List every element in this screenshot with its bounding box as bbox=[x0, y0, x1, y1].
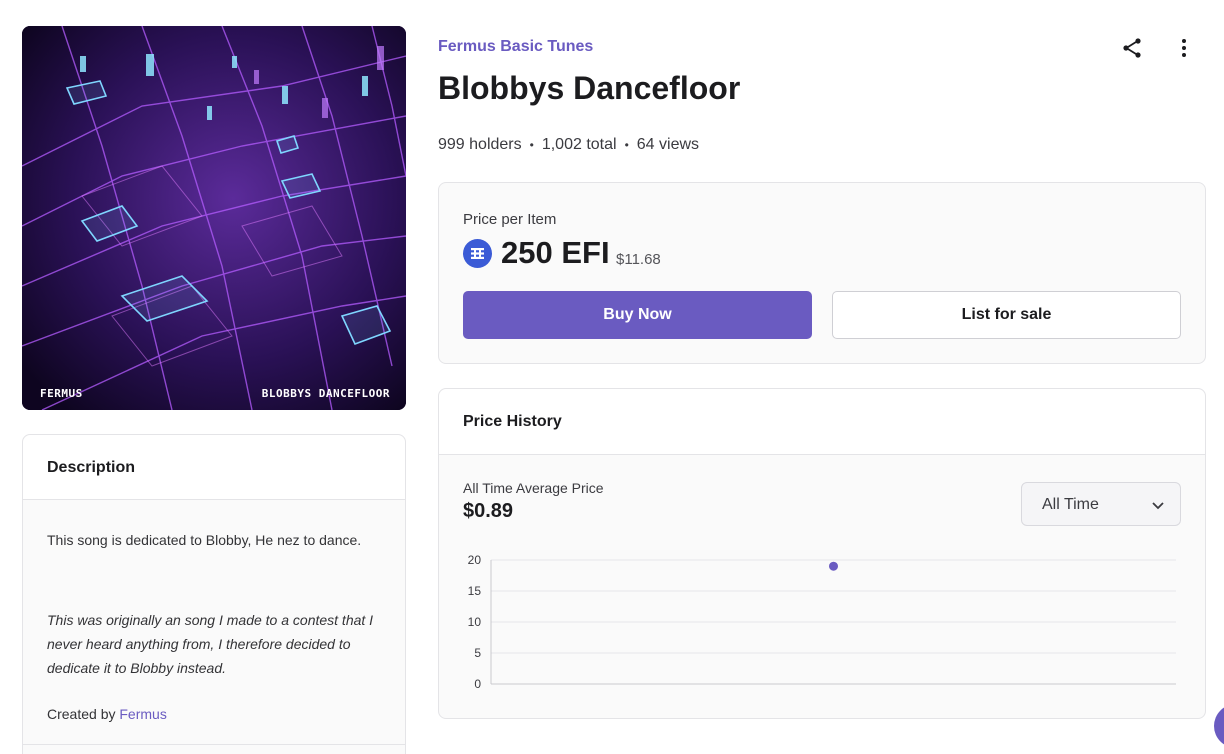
total-count: 1,002 total bbox=[541, 136, 617, 153]
list-for-sale-button[interactable]: List for sale bbox=[832, 291, 1181, 339]
price-history-heading: Price History bbox=[439, 389, 1205, 455]
y-tick-label: 5 bbox=[474, 646, 481, 660]
share-button[interactable] bbox=[1120, 36, 1144, 60]
item-stats: 999 holders • 1,002 total • 64 views bbox=[438, 136, 699, 154]
price-history-chart: 0 5 10 15 20 bbox=[468, 553, 1176, 689]
average-price-value: $0.89 bbox=[463, 500, 514, 522]
y-tick-label: 15 bbox=[468, 584, 482, 598]
price-usd: $11.68 bbox=[616, 251, 661, 268]
price-history-card: Price History All Time Average Price $0.… bbox=[438, 388, 1206, 719]
time-range-select[interactable]: All Time bbox=[1021, 482, 1181, 526]
description-card: Description This song is dedicated to Bl… bbox=[22, 434, 406, 754]
buy-now-button[interactable]: Buy Now bbox=[463, 291, 812, 339]
separator: • bbox=[529, 138, 534, 152]
average-price-label: All Time Average Price bbox=[463, 480, 604, 496]
description-text: This song is dedicated to Blobby, He nez… bbox=[47, 532, 362, 548]
y-tick-label: 20 bbox=[468, 553, 482, 567]
description-italic-text: This was originally an song I made to a … bbox=[47, 612, 374, 676]
created-by-label: Created by bbox=[47, 706, 116, 722]
y-tick-label: 0 bbox=[474, 677, 481, 689]
collection-link[interactable]: Fermus Basic Tunes bbox=[438, 38, 593, 56]
chevron-down-icon bbox=[1152, 502, 1164, 510]
efi-token-icon bbox=[463, 239, 492, 268]
time-range-value: All Time bbox=[1042, 496, 1099, 513]
more-options-button[interactable] bbox=[1172, 36, 1196, 60]
share-icon bbox=[1123, 38, 1141, 58]
more-vertical-icon bbox=[1182, 39, 1186, 57]
separator: • bbox=[624, 138, 629, 152]
nft-artwork[interactable]: FERMUS BLOBBYS DANCEFLOOR bbox=[22, 26, 406, 410]
views-count: 64 views bbox=[636, 136, 700, 153]
divider bbox=[23, 744, 405, 745]
holders-count: 999 holders bbox=[438, 136, 522, 153]
price-amount: 250 EFI bbox=[501, 235, 610, 270]
artwork-title-caption: BLOBBYS DANCEFLOOR bbox=[261, 387, 390, 400]
creator-link[interactable]: Fermus bbox=[119, 706, 166, 722]
page-title: Blobbys Dancefloor bbox=[438, 70, 741, 106]
y-tick-label: 10 bbox=[468, 615, 482, 629]
artwork-image bbox=[22, 26, 406, 410]
price-card: Price per Item 250 EFI $11.68 Buy Now Li… bbox=[438, 182, 1206, 364]
artwork-artist-caption: FERMUS bbox=[40, 387, 83, 400]
chat-fab-button[interactable] bbox=[1214, 704, 1224, 748]
price-point[interactable] bbox=[829, 561, 838, 571]
description-heading: Description bbox=[23, 435, 405, 500]
price-label: Price per Item bbox=[463, 211, 557, 228]
created-by: Created by Fermus bbox=[47, 702, 381, 726]
